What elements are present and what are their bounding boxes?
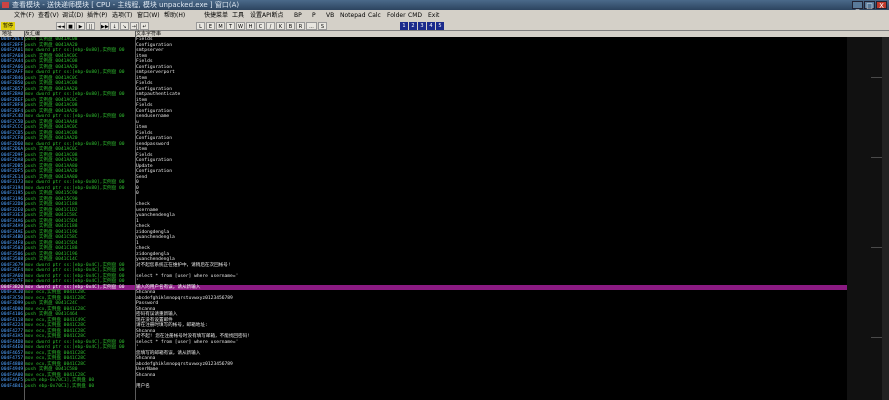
menu-plugins[interactable]: 插件(P) bbox=[87, 10, 107, 21]
threads-button[interactable]: T bbox=[226, 22, 235, 30]
minimize-button[interactable]: _ bbox=[852, 1, 863, 10]
log-window-button[interactable]: L bbox=[196, 22, 205, 30]
menu-debug[interactable]: 调试(D) bbox=[62, 10, 83, 21]
run-button[interactable]: ▶ bbox=[76, 22, 85, 30]
pause-button[interactable]: || bbox=[86, 22, 95, 30]
breakpoints-button[interactable]: B bbox=[286, 22, 295, 30]
patches-button[interactable]: / bbox=[266, 22, 275, 30]
paused-status: 暂停 bbox=[1, 22, 15, 30]
column-divider bbox=[135, 31, 136, 400]
menu-bp[interactable]: BP bbox=[294, 10, 302, 21]
table-row[interactable]: 004F4B41 push ebp-0x70C1],实例盘 00 用户名 bbox=[0, 384, 847, 390]
menu-exit[interactable]: Exit bbox=[428, 10, 439, 21]
run-trace-button[interactable]: ... bbox=[306, 22, 317, 30]
bookmark-2-button[interactable]: 2 bbox=[409, 22, 417, 30]
column-divider bbox=[24, 31, 25, 400]
bookmark-1-button[interactable]: 1 bbox=[400, 22, 408, 30]
step-into-button[interactable]: ↓ bbox=[110, 22, 119, 30]
execute-till-user-button[interactable]: ↵ bbox=[140, 22, 149, 30]
restart-button[interactable]: ◄◄ bbox=[56, 22, 65, 30]
menu-options[interactable]: 选项(T) bbox=[112, 10, 132, 21]
vertical-scrollbar[interactable] bbox=[882, 37, 889, 400]
menu-tools[interactable]: 工具 bbox=[232, 10, 244, 21]
menu-notepad[interactable]: Notepad bbox=[340, 10, 366, 21]
stop-button[interactable]: ■ bbox=[66, 22, 75, 30]
menu-cmd[interactable]: CMD bbox=[408, 10, 422, 21]
text-strings-list[interactable]: 004F2BE4 push 实例盘 0041AC08 Fields 004F2BFF p… bbox=[0, 37, 847, 400]
menu-file[interactable]: 文件(F) bbox=[14, 10, 34, 21]
run-to-return-button[interactable]: →| bbox=[130, 22, 139, 30]
bookmark-3-button[interactable]: 3 bbox=[418, 22, 426, 30]
menu-vb[interactable]: VB bbox=[326, 10, 334, 21]
menu-api-breakpoint[interactable]: 设置API断点 bbox=[250, 10, 284, 21]
window-title: 查看模块 - 送快递师模块 [ CPU - 主线程, 模块 unpacked.e… bbox=[12, 1, 240, 9]
app-icon bbox=[2, 2, 9, 8]
row-text-string: 用户名 bbox=[136, 383, 150, 389]
handles-button[interactable]: H bbox=[246, 22, 255, 30]
close-button[interactable]: X bbox=[876, 1, 887, 10]
maximize-button[interactable]: □ bbox=[864, 1, 875, 10]
menu-bar: 文件(F) 查看(V) 调试(D) 插件(P) 选项(T) 窗口(W) 帮助(H… bbox=[0, 10, 889, 21]
references-button[interactable]: R bbox=[296, 22, 305, 30]
bookmark-4-button[interactable]: 4 bbox=[427, 22, 435, 30]
cpu-button[interactable]: C bbox=[256, 22, 265, 30]
bookmark-5-button[interactable]: 5 bbox=[436, 22, 444, 30]
title-bar: 查看模块 - 送快递师模块 [ CPU - 主线程, 模块 unpacked.e… bbox=[0, 0, 889, 10]
toolbar: 暂停 ◄◄ ■ ▶ || ▶▶ ↓ ↘ →| ↵ L E M T W H C /… bbox=[0, 21, 889, 31]
menu-folder[interactable]: Folder bbox=[387, 10, 406, 21]
modules-button[interactable]: E bbox=[206, 22, 215, 30]
row-disassembly: push ebp-0x70C1],实例盘 00 bbox=[25, 383, 95, 389]
source-button[interactable]: S bbox=[318, 22, 327, 30]
row-address: 004F4B41 bbox=[1, 383, 24, 389]
menu-shortcuts[interactable]: 快捷菜单 bbox=[204, 10, 228, 21]
menu-calc[interactable]: Calc bbox=[368, 10, 381, 21]
menu-view[interactable]: 查看(V) bbox=[38, 10, 59, 21]
call-stack-button[interactable]: K bbox=[276, 22, 285, 30]
step-over-button[interactable]: ↘ bbox=[120, 22, 129, 30]
menu-p[interactable]: P bbox=[312, 10, 316, 21]
menu-window[interactable]: 窗口(W) bbox=[137, 10, 160, 21]
memory-button[interactable]: M bbox=[216, 22, 225, 30]
menu-help[interactable]: 帮助(H) bbox=[164, 10, 185, 21]
windows-button[interactable]: W bbox=[236, 22, 245, 30]
animate-button[interactable]: ▶▶ bbox=[100, 22, 109, 30]
